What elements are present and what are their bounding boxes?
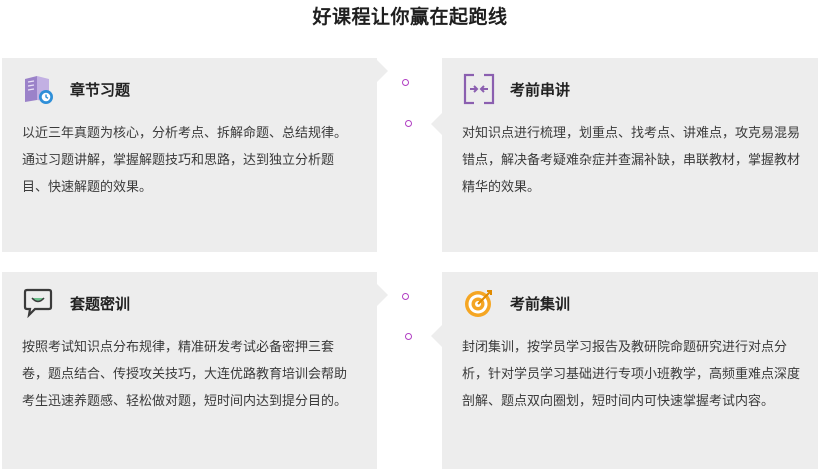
card-description: 按照考试知识点分布规律，精准研发考试必备密押三套卷，题点结合、传授攻关技巧，大连…: [22, 340, 348, 409]
card-description: 对知识点进行梳理，划重点、找考点、讲难点，攻克易混易错点，解决备考疑难杂症并查漏…: [462, 126, 801, 195]
card-pre-exam-review: 考前串讲 对知识点进行梳理，划重点、找考点、讲难点，攻克易混易错点，解决备考疑难…: [442, 58, 818, 252]
page-title: 好课程让你赢在起跑线: [312, 6, 508, 28]
pointer-arrow: [431, 325, 442, 347]
target-icon: [462, 286, 496, 320]
chat-bubble-icon: [22, 286, 56, 320]
card-title: 套题密训: [70, 294, 131, 313]
card-mock-papers: 套题密训 按照考试知识点分布规律，精准研发考试必备密押三套卷，题点结合、传授攻关…: [2, 272, 377, 469]
card-description: 封闭集训，按学员学习报告及教研院命题研究进行对点分析，针对学员学习基础进行专项小…: [462, 340, 801, 409]
open-book-clock-icon: [22, 72, 56, 106]
merge-arrows-icon: [462, 72, 496, 106]
timeline-dot: [402, 293, 409, 300]
timeline-dot: [405, 333, 412, 340]
card-title: 考前串讲: [510, 80, 571, 99]
card-title: 章节习题: [70, 80, 131, 99]
pointer-arrow: [377, 60, 388, 82]
timeline-dot: [402, 79, 409, 86]
card-description: 以近三年真题为核心，分析考点、拆解命题、总结规律。通过习题讲解，掌握解题技巧和思…: [22, 126, 348, 195]
card-title: 考前集训: [510, 294, 571, 313]
card-intensive-training: 考前集训 封闭集训，按学员学习报告及教研院命题研究进行对点分析，针对学员学习基础…: [442, 272, 818, 469]
pointer-arrow: [377, 284, 388, 306]
card-header: 考前串讲: [462, 72, 570, 106]
card-chapter-exercises: 章节习题 以近三年真题为核心，分析考点、拆解命题、总结规律。通过习题讲解，掌握解…: [2, 58, 377, 252]
timeline-dot: [405, 120, 412, 127]
pointer-arrow: [431, 113, 442, 135]
card-header: 章节习题: [22, 72, 130, 106]
card-header: 套题密训: [22, 286, 130, 320]
card-header: 考前集训: [462, 286, 570, 320]
